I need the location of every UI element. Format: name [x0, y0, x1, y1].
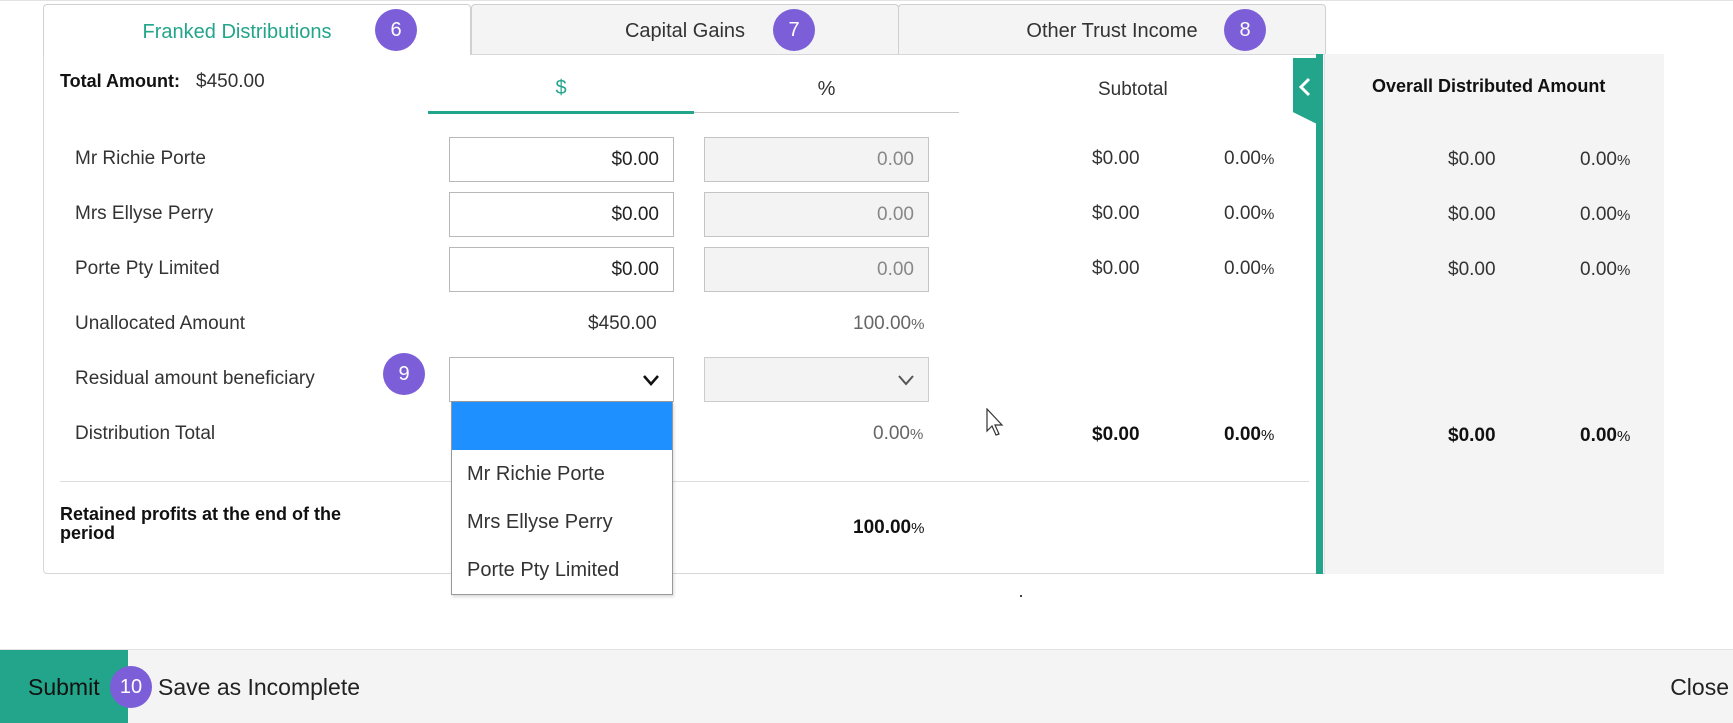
submit-button[interactable]: Submit — [0, 650, 128, 723]
amount-input[interactable]: $0.00 — [449, 247, 674, 292]
toggle-dollar[interactable]: $ — [428, 66, 694, 114]
overall-percent: 0.00% — [1580, 149, 1631, 170]
distribution-total-overall-percent: 0.00% — [1580, 425, 1631, 446]
mouse-cursor-icon — [986, 408, 1004, 436]
beneficiary-name: Porte Pty Limited — [75, 258, 220, 279]
distribution-total-subtotal-amount: $0.00 — [1092, 424, 1140, 445]
overall-amount: $0.00 — [1448, 259, 1496, 280]
distribution-total-overall-amount: $0.00 — [1448, 425, 1496, 446]
overall-header: Overall Distributed Amount — [1372, 76, 1606, 96]
unallocated-label: Unallocated Amount — [75, 313, 246, 334]
step-badge: 6 — [375, 9, 417, 51]
unallocated-percent: 100.00% — [853, 313, 925, 334]
subtotal-percent: 0.00% — [1224, 203, 1275, 224]
tab-label: Franked Distributions — [142, 20, 332, 43]
amount-input[interactable]: $0.00 — [449, 137, 674, 182]
subtotal-amount: $0.00 — [1092, 148, 1140, 169]
tab-label: Capital Gains — [624, 20, 746, 42]
percent-input: 0.00 — [704, 137, 929, 182]
distribution-total-label: Distribution Total — [75, 423, 216, 444]
top-border — [0, 0, 1733, 1]
residual-beneficiary-select[interactable] — [449, 357, 674, 402]
residual-percent-select — [704, 357, 929, 402]
dropdown-option[interactable]: Mrs Ellyse Perry — [452, 498, 672, 546]
tab-label: Other Trust Income — [1026, 20, 1198, 42]
step-badge: 8 — [1224, 9, 1266, 51]
close-button[interactable]: Close — [1670, 650, 1729, 723]
step-badge: 10 — [110, 666, 152, 708]
step-badge: 7 — [773, 9, 815, 51]
subtotal-percent: 0.00% — [1224, 148, 1275, 169]
retained-profits-label: Retained profits at the end of the period — [60, 504, 342, 543]
subtotal-amount: $0.00 — [1092, 203, 1140, 224]
chevron-left-icon — [1298, 77, 1311, 97]
overall-percent: 0.00% — [1580, 204, 1631, 225]
total-amount-label: Total Amount: — [60, 71, 180, 91]
retained-profits-percent: 100.00% — [853, 517, 925, 538]
footer-bar: Submit 10 Save as Incomplete Close — [0, 649, 1733, 723]
distribution-total-subtotal-percent: 0.00% — [1224, 424, 1275, 445]
tab-capital-gains[interactable]: Capital Gains — [471, 4, 899, 54]
amount-input[interactable]: $0.00 — [449, 192, 674, 237]
distribution-total-percent: 0.00% — [873, 423, 924, 444]
toggle-percent[interactable]: % — [694, 66, 959, 113]
beneficiary-name: Mrs Ellyse Perry — [75, 203, 214, 224]
section-divider — [60, 481, 1309, 482]
overall-amount: $0.00 — [1448, 204, 1496, 225]
dropdown-option-empty[interactable] — [452, 402, 672, 450]
chevron-down-icon — [643, 375, 659, 386]
dropdown-option[interactable]: Mr Richie Porte — [452, 450, 672, 498]
beneficiary-name: Mr Richie Porte — [75, 148, 206, 169]
stray-dot — [1020, 595, 1022, 597]
subtotal-percent: 0.00% — [1224, 258, 1275, 279]
subtotal-amount: $0.00 — [1092, 258, 1140, 279]
residual-beneficiary-dropdown: Mr Richie Porte Mrs Ellyse Perry Porte P… — [451, 401, 673, 595]
percent-input: 0.00 — [704, 247, 929, 292]
save-as-incomplete-button[interactable]: Save as Incomplete — [158, 650, 360, 723]
subtotal-header: Subtotal — [1098, 79, 1168, 100]
dropdown-option[interactable]: Porte Pty Limited — [452, 546, 672, 594]
step-badge: 9 — [383, 353, 425, 395]
panel-separator — [1316, 54, 1323, 574]
percent-input: 0.00 — [704, 192, 929, 237]
overall-panel — [1324, 54, 1664, 574]
overall-percent: 0.00% — [1580, 259, 1631, 280]
total-amount-value: $450.00 — [196, 71, 265, 92]
overall-amount: $0.00 — [1448, 149, 1496, 170]
chevron-down-icon — [898, 375, 914, 386]
residual-label: Residual amount beneficiary — [75, 368, 315, 389]
unallocated-amount: $450.00 — [588, 313, 657, 334]
